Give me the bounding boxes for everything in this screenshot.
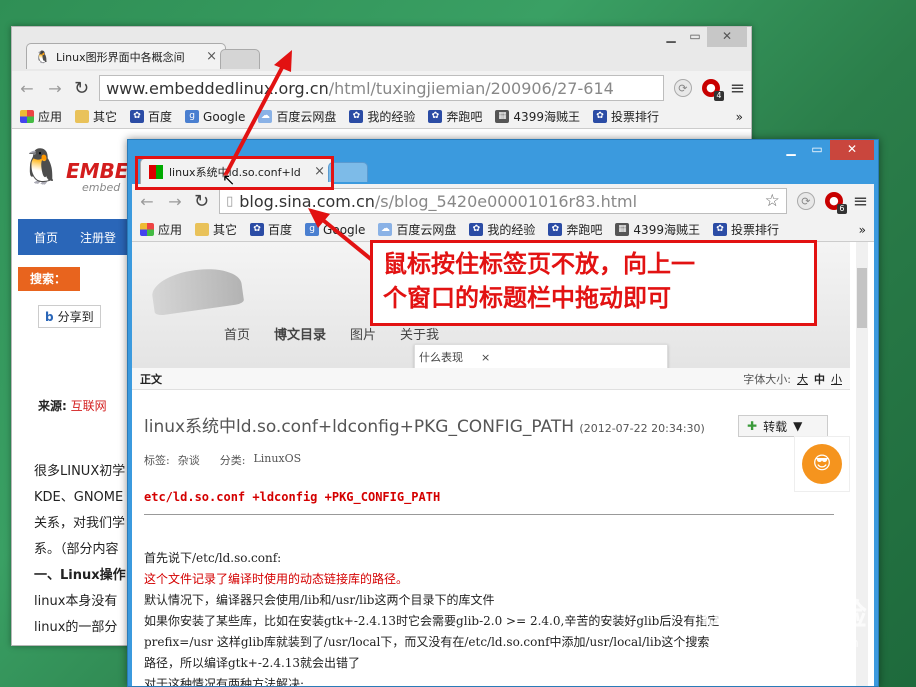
drag-arrow-line xyxy=(223,61,287,177)
baidu-watermark: Baidu 经验 xyxy=(700,598,867,633)
callout-line-2: 个窗口的标题栏中拖动即可 xyxy=(383,283,671,312)
annotation-arrows xyxy=(223,50,374,262)
callout-line-1: 鼠标按住标签页不放，向上一 xyxy=(383,249,695,278)
callout-arrow-line xyxy=(316,214,374,262)
instruction-callout: 鼠标按住标签页不放，向上一 个窗口的标题栏中拖动即可 xyxy=(370,240,817,326)
mouse-cursor-icon: ↖ xyxy=(222,170,236,189)
baidu-watermark-url: jingyan.baidu.com xyxy=(748,636,859,650)
drag-arrow-head xyxy=(274,50,292,72)
